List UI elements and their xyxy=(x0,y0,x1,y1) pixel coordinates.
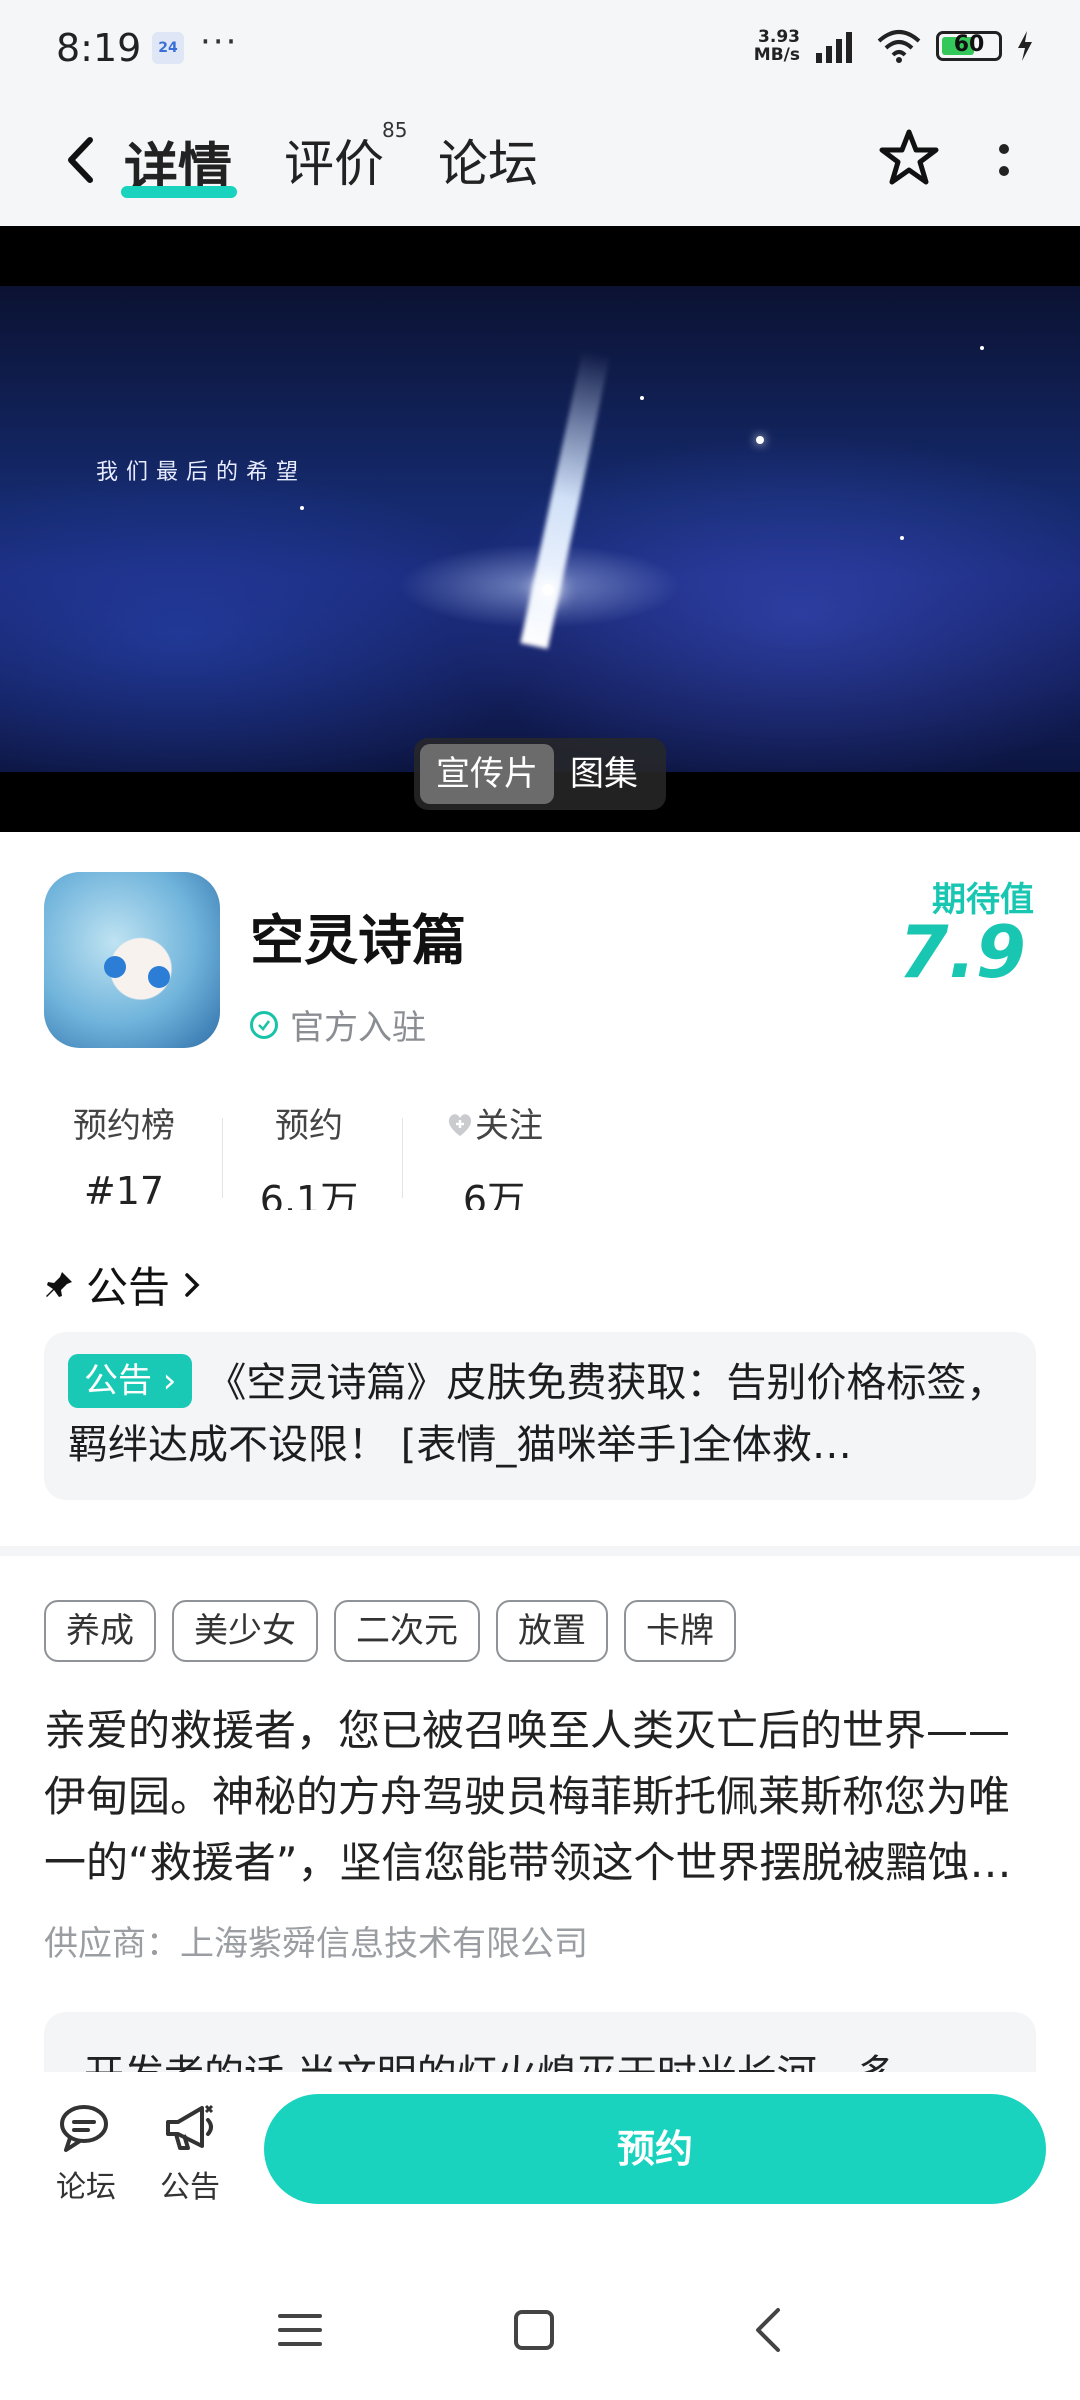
verified-check-icon xyxy=(250,1010,278,1039)
stat-label: 关注 xyxy=(414,1098,574,1147)
trailer-tab[interactable]: 宣传片 xyxy=(420,744,554,804)
menu-icon[interactable] xyxy=(270,2300,330,2360)
notice-card[interactable]: 公告 › 《空灵诗篇》皮肤免费获取：告别价格标签，羁绊达成不设限！ [表情_猫咪举… xyxy=(44,1332,1036,1500)
official-badge: 官方入驻 xyxy=(250,1000,426,1049)
chat-bubble-icon xyxy=(60,2105,108,2152)
expectation-score: 7.9 xyxy=(898,910,1026,994)
game-description[interactable]: 亲爱的救援者，您已被召唤至人类灭亡后的世界——伊甸园。神秘的方舟驾驶员梅菲斯托佩… xyxy=(44,1698,1040,1896)
notice-tag: 公告 › xyxy=(68,1354,193,1408)
official-label: 官方入驻 xyxy=(290,1008,426,1048)
game-icon xyxy=(44,872,220,1048)
game-title: 空灵诗篇 xyxy=(250,909,466,972)
tag-item[interactable]: 放置 xyxy=(496,1600,608,1662)
reservation-stat: 预约 6.1万 xyxy=(234,1098,384,1210)
calendar-notification-icon: 24 xyxy=(152,32,184,64)
home-icon[interactable] xyxy=(504,2300,564,2360)
more-options-button[interactable] xyxy=(984,130,1024,190)
star xyxy=(542,584,554,596)
star xyxy=(980,346,984,350)
forum-label: 论坛 xyxy=(56,2170,116,2205)
star xyxy=(640,396,644,400)
developer-note-text: 开发者的话 当文明的灯火熄灭于时光长河，多 xyxy=(84,2052,897,2072)
stat-value: 6万 xyxy=(462,1178,526,1210)
stat-value: #17 xyxy=(83,1169,165,1210)
trailer-video-frame[interactable]: 我们最后的希望 xyxy=(0,286,1080,772)
reserve-button[interactable]: 预约 xyxy=(264,2094,1046,2204)
rank-stat[interactable]: 预约榜 #17 xyxy=(44,1098,204,1210)
tag-list: 养成 美少女 二次元 放置 卡牌 xyxy=(44,1600,736,1662)
review-count-badge: 85 xyxy=(382,118,408,142)
media-type-switch: 宣传片 图集 xyxy=(414,738,666,810)
divider xyxy=(402,1118,403,1198)
supplier-info: 供应商：上海紫舜信息技术有限公司 xyxy=(44,1924,588,1964)
wifi-icon xyxy=(877,30,921,63)
developer-note-card[interactable]: 开发者的话 当文明的灯火熄灭于时光长河，多 xyxy=(44,2012,1036,2072)
back-nav-icon[interactable] xyxy=(740,2300,800,2360)
network-speed: 3.93 MB/s xyxy=(753,27,800,65)
tab-reviews[interactable]: 评价 xyxy=(284,124,384,196)
announcement-label: 公告 xyxy=(160,2170,220,2205)
status-time: 8:19 xyxy=(56,26,142,70)
chevron-right-icon xyxy=(185,1272,200,1297)
battery-level: 60 xyxy=(953,32,985,57)
announcement-button[interactable]: 公告 xyxy=(150,2102,230,2206)
stat-label: 预约 xyxy=(275,1106,343,1146)
forum-button[interactable]: 论坛 xyxy=(46,2102,126,2206)
stat-value: 6.1万 xyxy=(259,1178,359,1210)
divider xyxy=(222,1118,223,1198)
notice-section-header[interactable]: 公告 xyxy=(44,1254,202,1315)
follow-stat[interactable]: 关注 6万 xyxy=(414,1098,574,1210)
charging-icon xyxy=(1018,31,1032,61)
star xyxy=(900,536,904,540)
star xyxy=(756,436,764,444)
light-beam xyxy=(520,349,611,649)
video-caption: 我们最后的希望 xyxy=(96,460,307,485)
favorite-star-icon[interactable] xyxy=(874,124,944,194)
stats-row: 预约榜 #17 预约 6.1万 关注 6万 xyxy=(44,1098,604,1210)
notice-heading: 公告 xyxy=(86,1263,171,1312)
hero-media[interactable]: 我们最后的希望 宣传片 图集 xyxy=(0,226,1080,832)
bottom-action-bar: 论坛 公告 预约 xyxy=(0,2072,1080,2252)
icon-detail xyxy=(148,966,170,988)
signal-icon xyxy=(816,32,852,63)
megaphone-icon xyxy=(166,2104,214,2150)
tag-item[interactable]: 养成 xyxy=(44,1600,156,1662)
back-button[interactable] xyxy=(50,130,110,190)
pin-icon xyxy=(46,1271,72,1297)
active-tab-indicator xyxy=(121,186,237,198)
notice-text: 《空灵诗篇》皮肤免费获取：告别价格标签，羁绊达成不设限！ [表情_猫咪举手]全体… xyxy=(68,1360,1007,1468)
battery-icon: 60 xyxy=(936,31,1002,61)
tab-forum[interactable]: 论坛 xyxy=(438,124,538,196)
section-divider xyxy=(0,1546,1080,1556)
tag-item[interactable]: 卡牌 xyxy=(624,1600,736,1662)
status-icons: 3.93 MB/s 60 xyxy=(754,28,1034,64)
icon-detail xyxy=(104,956,126,978)
chevron-left-icon xyxy=(68,137,93,183)
more-notifications-icon: ··· xyxy=(200,22,239,62)
dot xyxy=(999,166,1009,176)
notice-text-block: 公告 › 《空灵诗篇》皮肤免费获取：告别价格标签，羁绊达成不设限！ [表情_猫咪举… xyxy=(68,1352,1012,1476)
heart-plus-icon xyxy=(448,1114,472,1136)
tag-item[interactable]: 美少女 xyxy=(172,1600,318,1662)
tag-item[interactable]: 二次元 xyxy=(334,1600,480,1662)
star xyxy=(300,506,304,510)
stat-label: 预约榜 xyxy=(73,1106,175,1146)
status-bar: 8:19 24 ··· 3.93 MB/s 60 xyxy=(0,0,1080,100)
dot xyxy=(999,144,1009,154)
top-nav: 详情 评价 85 论坛 xyxy=(0,100,1080,226)
gallery-tab[interactable]: 图集 xyxy=(554,744,654,804)
system-nav-bar xyxy=(0,2252,1080,2400)
